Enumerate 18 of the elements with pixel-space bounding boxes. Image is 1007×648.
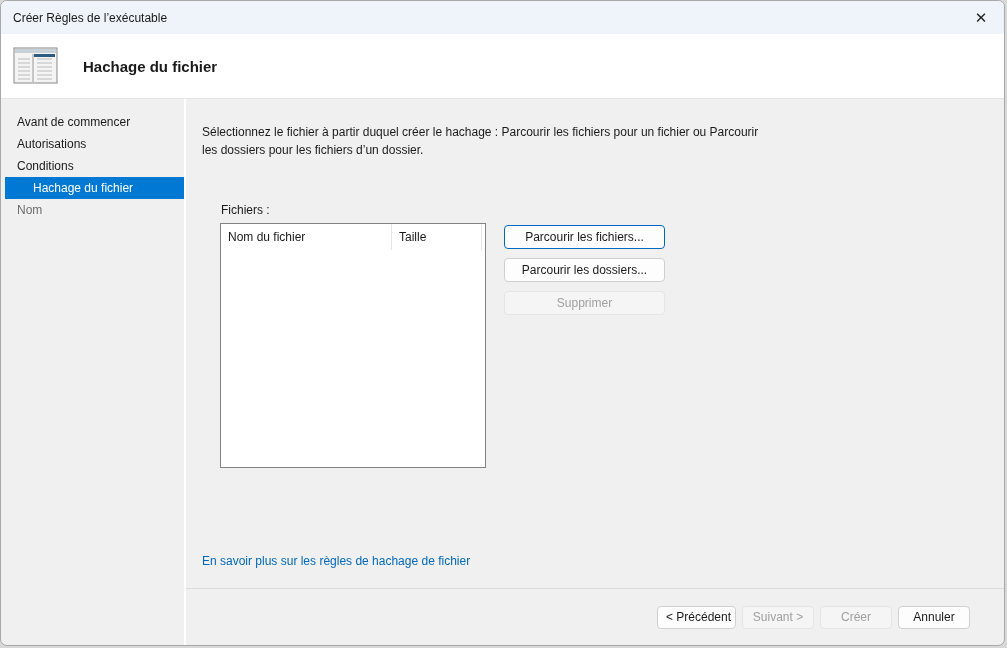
page-heading: Hachage du fichier <box>83 57 218 75</box>
files-list[interactable]: Nom du fichier Taille <box>220 223 486 468</box>
wizard-button[interactable]: Annuler <box>898 605 970 629</box>
sidebar-item[interactable]: Avant de commencer <box>5 111 184 133</box>
action-button[interactable]: Parcourir les fichiers... <box>504 225 665 249</box>
files-label: Fichiers : <box>221 203 271 217</box>
window-panes-icon <box>13 47 59 85</box>
sidebar-item[interactable]: Autorisations <box>5 133 184 155</box>
help-link[interactable]: En savoir plus sur les règles de hachage de fichier <box>202 554 471 568</box>
column-header[interactable]: Nom du fichier <box>221 224 392 250</box>
wizard-button[interactable]: < Précédent <box>657 605 736 629</box>
action-button[interactable]: Parcourir les dossiers... <box>504 258 665 282</box>
column-header[interactable]: Taille <box>392 224 482 250</box>
close-button[interactable]: ✕ <box>958 1 1004 34</box>
sidebar-item[interactable]: Hachage du fichier <box>5 177 184 199</box>
instruction-text: Sélectionnez le fichier à partir duquel créer le hachage : Parcourir les fichiers pour un fichier ou Parcourir les dossiers pour les fichiers d’un dossier. <box>202 124 760 159</box>
window-title: Créer Règles de l’exécutable <box>13 10 169 25</box>
sidebar-item[interactable]: Conditions <box>5 155 184 177</box>
